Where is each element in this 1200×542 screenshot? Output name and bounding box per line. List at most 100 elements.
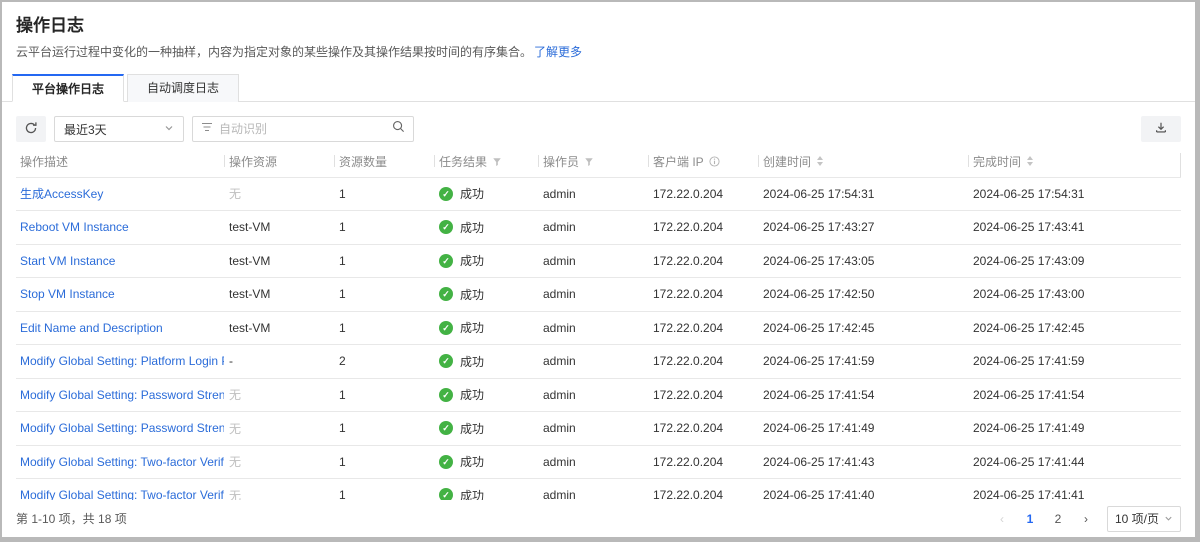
success-check-icon: ✓: [439, 187, 453, 201]
col-completion-time: 完成时间: [968, 153, 1181, 177]
client-ip-value: 172.22.0.204: [653, 287, 723, 301]
status-badge: ✓ 成功: [439, 252, 484, 269]
client-ip-value: 172.22.0.204: [653, 254, 723, 268]
completion-time-value: 2024-06-25 17:41:59: [973, 354, 1084, 368]
page-subtitle: 云平台运行过程中变化的一种抽样，内容为指定对象的某些操作及其操作结果按时间的有序…: [16, 43, 1181, 60]
status-badge: ✓ 成功: [439, 286, 484, 303]
operator-value: admin: [543, 421, 576, 435]
toolbar: 最近3天: [16, 116, 1181, 142]
page-size-value: 10 项/页: [1115, 510, 1159, 527]
table-row: Edit Name and Description test-VM 1 ✓ 成功…: [16, 311, 1181, 345]
table-row: Modify Global Setting: Two-factor Verifi…: [16, 445, 1181, 479]
search-icon[interactable]: [392, 120, 405, 138]
col-operation-description: 操作描述: [16, 153, 224, 177]
status-badge: ✓ 成功: [439, 386, 484, 403]
resource-value: test-VM: [229, 220, 270, 234]
resource-count-value: 1: [339, 321, 346, 335]
success-check-icon: ✓: [439, 354, 453, 368]
col-client-ip: 客户端 IP: [648, 153, 758, 177]
sort-icon[interactable]: [816, 156, 824, 170]
operator-value: admin: [543, 187, 576, 201]
status-badge: ✓ 成功: [439, 420, 484, 437]
page-button-2[interactable]: 2: [1047, 508, 1069, 530]
operation-description-link[interactable]: Modify Global Setting: Platform Login Pa…: [20, 354, 224, 368]
resource-value: 无: [229, 187, 241, 201]
creation-time-value: 2024-06-25 17:42:45: [763, 321, 874, 335]
filter-lines-icon: [201, 120, 213, 138]
operation-description-link[interactable]: Reboot VM Instance: [20, 220, 129, 234]
col-operator: 操作员: [538, 153, 648, 177]
learn-more-link[interactable]: 了解更多: [534, 45, 582, 59]
table-row: 生成AccessKey 无 1 ✓ 成功 admin 172.22.0.204 …: [16, 177, 1181, 211]
search-input[interactable]: [219, 122, 386, 136]
filter-funnel-icon[interactable]: [584, 156, 594, 170]
operator-value: admin: [543, 254, 576, 268]
tab-bar: 平台操作日志 自动调度日志: [2, 73, 1195, 102]
chevron-down-icon: [1164, 514, 1173, 523]
client-ip-value: 172.22.0.204: [653, 321, 723, 335]
resource-count-value: 2: [339, 354, 346, 368]
resource-count-value: 1: [339, 254, 346, 268]
status-label: 成功: [460, 420, 484, 437]
page-title: 操作日志: [16, 11, 1181, 36]
creation-time-value: 2024-06-25 17:54:31: [763, 187, 874, 201]
operation-log-page: 操作日志 云平台运行过程中变化的一种抽样，内容为指定对象的某些操作及其操作结果按…: [0, 0, 1200, 542]
page-button-1[interactable]: 1: [1019, 508, 1041, 530]
filter-funnel-icon[interactable]: [492, 156, 502, 170]
status-label: 成功: [460, 252, 484, 269]
operation-description-link[interactable]: Modify Global Setting: Two-factor Verifi…: [20, 455, 224, 469]
time-range-select[interactable]: 最近3天: [54, 116, 184, 142]
operation-description-link[interactable]: Modify Global Setting: Password Strength…: [20, 388, 224, 402]
success-check-icon: ✓: [439, 254, 453, 268]
status-badge: ✓ 成功: [439, 219, 484, 236]
tab-platform-operation-log[interactable]: 平台操作日志: [12, 74, 124, 102]
success-check-icon: ✓: [439, 455, 453, 469]
creation-time-value: 2024-06-25 17:43:05: [763, 254, 874, 268]
items-summary: 第 1-10 项，共 18 项: [16, 510, 127, 527]
table-row: Stop VM Instance test-VM 1 ✓ 成功 admin 17…: [16, 278, 1181, 312]
client-ip-value: 172.22.0.204: [653, 354, 723, 368]
success-check-icon: ✓: [439, 421, 453, 435]
resource-value: 无: [229, 422, 241, 436]
completion-time-value: 2024-06-25 17:54:31: [973, 187, 1084, 201]
table-body: 生成AccessKey 无 1 ✓ 成功 admin 172.22.0.204 …: [16, 177, 1181, 512]
download-button[interactable]: [1141, 116, 1181, 142]
operation-description-link[interactable]: Stop VM Instance: [20, 287, 115, 301]
status-label: 成功: [460, 185, 484, 202]
creation-time-value: 2024-06-25 17:41:49: [763, 421, 874, 435]
status-label: 成功: [460, 353, 484, 370]
download-icon: [1154, 121, 1168, 138]
resource-count-value: 1: [339, 388, 346, 402]
operation-description-link[interactable]: 生成AccessKey: [20, 187, 103, 201]
completion-time-value: 2024-06-25 17:42:45: [973, 321, 1084, 335]
operator-value: admin: [543, 354, 576, 368]
page-size-select[interactable]: 10 项/页: [1107, 506, 1181, 532]
operation-description-link[interactable]: Edit Name and Description: [20, 321, 163, 335]
search-box: [192, 116, 414, 142]
completion-time-value: 2024-06-25 17:41:44: [973, 455, 1084, 469]
creation-time-value: 2024-06-25 17:41:54: [763, 388, 874, 402]
creation-time-value: 2024-06-25 17:42:50: [763, 287, 874, 301]
table-header-row: 操作描述 操作资源 资源数量 任务结果 操作员 客户端 IP 创建时间 完成时间: [16, 153, 1181, 177]
completion-time-value: 2024-06-25 17:43:00: [973, 287, 1084, 301]
refresh-button[interactable]: [16, 116, 46, 142]
next-page-button[interactable]: ›: [1075, 508, 1097, 530]
success-check-icon: ✓: [439, 321, 453, 335]
col-task-result: 任务结果: [434, 153, 538, 177]
status-badge: ✓ 成功: [439, 453, 484, 470]
creation-time-value: 2024-06-25 17:43:27: [763, 220, 874, 234]
time-range-value: 最近3天: [64, 121, 107, 138]
sort-icon[interactable]: [1026, 156, 1034, 170]
prev-page-button[interactable]: ‹: [991, 508, 1013, 530]
info-circle-icon[interactable]: [709, 156, 720, 170]
operation-log-table: 操作描述 操作资源 资源数量 任务结果 操作员 客户端 IP 创建时间 完成时间…: [16, 153, 1181, 513]
client-ip-value: 172.22.0.204: [653, 220, 723, 234]
operation-description-link[interactable]: Start VM Instance: [20, 254, 115, 268]
tab-auto-scheduling-log[interactable]: 自动调度日志: [127, 74, 239, 102]
success-check-icon: ✓: [439, 388, 453, 402]
operation-description-link[interactable]: Modify Global Setting: Password Strength…: [20, 421, 224, 435]
success-check-icon: ✓: [439, 287, 453, 301]
table-row: Modify Global Setting: Platform Login Pa…: [16, 345, 1181, 379]
table-row: Modify Global Setting: Password Strength…: [16, 378, 1181, 412]
col-resource-count: 资源数量: [334, 153, 434, 177]
